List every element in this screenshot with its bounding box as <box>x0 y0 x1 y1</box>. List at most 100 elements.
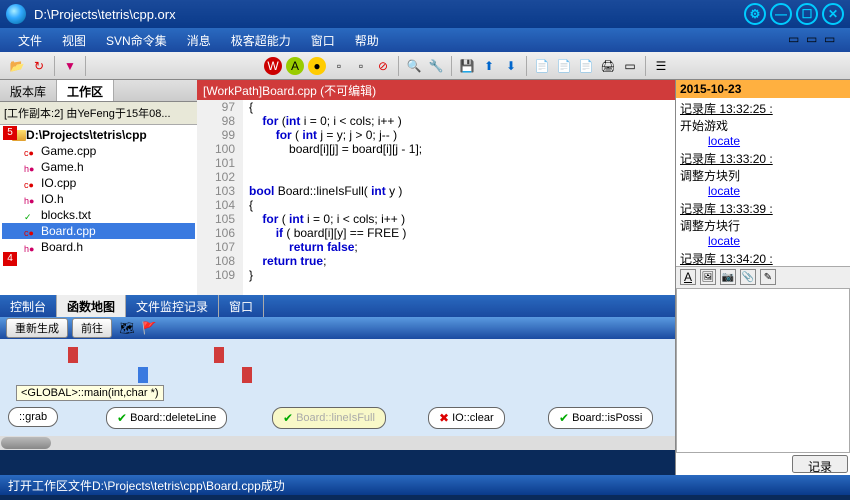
filter-icon[interactable]: ▼ <box>61 57 79 75</box>
tree-item[interactable]: c●Board.cpp <box>2 223 195 239</box>
file-tree[interactable]: ▾ D:\Projects\tetris\cpp c●Game.cpph●Gam… <box>0 125 197 295</box>
menu-message[interactable]: 消息 <box>177 32 221 49</box>
status-bar: 打开工作区文件D:\Projects\tetris\cpp\Board.cpp成… <box>0 475 850 495</box>
function-box[interactable]: ✔Board::deleteLine <box>106 407 227 429</box>
function-graph[interactable]: <GLOBAL>::main(int,char *) ::grab ✔Board:… <box>0 339 675 436</box>
tree-item[interactable]: h●Board.h <box>2 239 195 255</box>
font-icon[interactable]: A <box>680 269 696 285</box>
regen-button[interactable]: 重新生成 <box>6 318 68 338</box>
tab-funcmap[interactable]: 函数地图 <box>57 295 126 317</box>
pencil-icon[interactable]: ✎ <box>760 269 776 285</box>
right-toolbar: A 🖼 📷 📎 ✎ <box>676 266 850 288</box>
log-body[interactable]: 记录库 13:32:25 :开始游戏locate记录库 13:33:20 :调整… <box>676 98 850 266</box>
badge-5: 5 <box>3 126 17 140</box>
tree-item[interactable]: c●IO.cpp <box>2 175 195 191</box>
tree-item[interactable]: h●Game.h <box>2 159 195 175</box>
close-button[interactable]: ✕ <box>822 3 844 25</box>
app-logo-icon <box>6 4 26 24</box>
green-dot-icon[interactable]: A <box>286 57 304 75</box>
doc-icon-1[interactable]: 📄 <box>533 57 551 75</box>
editor-body[interactable]: 979899100101102103104105106107108109 { f… <box>197 100 675 295</box>
map-icon[interactable]: 🗺 <box>118 319 136 337</box>
graph-node-icon <box>242 367 252 383</box>
function-box[interactable]: ✔Board::lineIsFull <box>272 407 386 429</box>
function-box[interactable]: ::grab <box>8 407 58 427</box>
win-icon[interactable]: ▭ <box>621 57 639 75</box>
tab-filelog[interactable]: 文件监控记录 <box>126 295 219 317</box>
record-button[interactable]: 记录 <box>792 455 848 473</box>
doc-icon-2[interactable]: 📄 <box>555 57 573 75</box>
camera-icon[interactable]: 📷 <box>720 269 736 285</box>
graph-node-icon <box>68 347 78 363</box>
down-icon[interactable]: ⬇ <box>502 57 520 75</box>
doc-icon-3[interactable]: 📄 <box>577 57 595 75</box>
up-icon[interactable]: ⬆ <box>480 57 498 75</box>
yellow-dot-icon[interactable]: ● <box>308 57 326 75</box>
save-icon[interactable]: 💾 <box>458 57 476 75</box>
attach-icon[interactable]: 📎 <box>740 269 756 285</box>
panel-icon-3[interactable]: ▭ <box>824 32 842 48</box>
image-icon[interactable]: 🖼 <box>700 269 716 285</box>
red-dot-icon[interactable]: W <box>264 57 282 75</box>
locate-link[interactable]: locate <box>708 234 740 248</box>
log-entry: 记录库 13:33:20 :调整方块列locate <box>680 150 846 198</box>
flag-icon[interactable]: 🚩 <box>140 319 158 337</box>
menubar: 文件 视图 SVN命令集 消息 极客超能力 窗口 帮助 ▭ ▭ ▭ <box>0 28 850 52</box>
maximize-button[interactable]: ☐ <box>796 3 818 25</box>
menu-svn[interactable]: SVN命令集 <box>96 32 177 49</box>
lower-panel: 控制台 函数地图 文件监控记录 窗口 重新生成 前往 🗺 🚩 <GLOBAL>:… <box>0 295 675 450</box>
titlebar: D:\Projects\tetris\cpp.orx ⚙ — ☐ ✕ <box>0 0 850 28</box>
file-name: IO.h <box>41 192 64 206</box>
search-icon[interactable]: 🔍 <box>405 57 423 75</box>
tool-icon[interactable]: 🔧 <box>427 57 445 75</box>
menu-file[interactable]: 文件 <box>8 32 52 49</box>
tasks-icon[interactable]: ☰ <box>652 57 670 75</box>
graph-tooltip: <GLOBAL>::main(int,char *) <box>16 385 164 401</box>
main-area: 版本库 工作区 [工作副本:2] 由YeFeng于15年08... ▾ D:\P… <box>0 80 850 475</box>
lower-toolbar: 重新生成 前往 🗺 🚩 <box>0 317 675 339</box>
tree-root-label: D:\Projects\tetris\cpp <box>26 128 147 142</box>
goto-button[interactable]: 前往 <box>72 318 112 338</box>
file-name: Board.cpp <box>41 224 96 238</box>
note-input[interactable] <box>676 288 850 454</box>
panel-icon-1[interactable]: ▭ <box>788 32 806 48</box>
h-scrollbar[interactable] <box>0 436 675 450</box>
tab-repo[interactable]: 版本库 <box>0 80 57 101</box>
tab-console[interactable]: 控制台 <box>0 295 57 317</box>
menu-window[interactable]: 窗口 <box>301 32 345 49</box>
log-entry: 记录库 13:33:39 :调整方块行locate <box>680 200 846 248</box>
open-icon[interactable]: 📂 <box>8 57 26 75</box>
file-icon: h● <box>24 161 38 173</box>
tab-window[interactable]: 窗口 <box>219 295 264 317</box>
box-icon-2[interactable]: ▫ <box>352 57 370 75</box>
tab-workspace[interactable]: 工作区 <box>57 80 114 101</box>
menu-geek[interactable]: 极客超能力 <box>221 32 301 49</box>
box-icon-1[interactable]: ▫ <box>330 57 348 75</box>
file-icon: c● <box>24 177 38 189</box>
function-box[interactable]: ✔Board::isPossi <box>548 407 653 429</box>
log-entry: 记录库 13:32:25 :开始游戏locate <box>680 100 846 148</box>
settings-icon[interactable]: ⚙ <box>744 3 766 25</box>
function-box[interactable]: ✖IO::clear <box>428 407 505 429</box>
minimize-button[interactable]: — <box>770 3 792 25</box>
print-icon[interactable]: 🖨 <box>599 57 617 75</box>
code-content: { for (int i = 0; i < cols; i++ ) for ( … <box>243 100 428 295</box>
refresh-icon[interactable]: ↻ <box>30 57 48 75</box>
locate-link[interactable]: locate <box>708 184 740 198</box>
editor-header: [WorkPath]Board.cpp (不可编辑) <box>197 80 675 100</box>
file-name: blocks.txt <box>41 208 91 222</box>
left-tabs: 版本库 工作区 <box>0 80 197 102</box>
menu-view[interactable]: 视图 <box>52 32 96 49</box>
lower-tabs: 控制台 函数地图 文件监控记录 窗口 <box>0 295 675 317</box>
file-icon: h● <box>24 241 38 253</box>
tree-item[interactable]: c●Game.cpp <box>2 143 195 159</box>
panel-icon-2[interactable]: ▭ <box>806 32 824 48</box>
tree-item[interactable]: ✓blocks.txt <box>2 207 195 223</box>
editor-panel: [WorkPath]Board.cpp (不可编辑) 9798991001011… <box>197 80 675 295</box>
menu-help[interactable]: 帮助 <box>345 32 389 49</box>
line-gutter: 979899100101102103104105106107108109 <box>197 100 243 295</box>
tree-item[interactable]: h●IO.h <box>2 191 195 207</box>
locate-link[interactable]: locate <box>708 134 740 148</box>
tree-root[interactable]: ▾ D:\Projects\tetris\cpp <box>2 127 195 143</box>
stop-icon[interactable]: ⊘ <box>374 57 392 75</box>
